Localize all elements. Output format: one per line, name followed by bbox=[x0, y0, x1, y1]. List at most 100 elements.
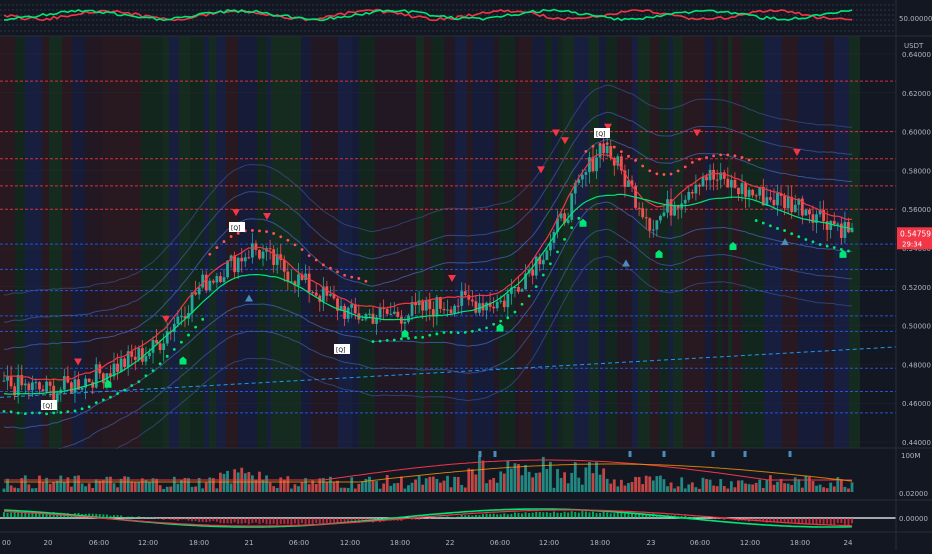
volume-bar bbox=[549, 462, 552, 492]
histogram-bar bbox=[716, 518, 718, 519]
volume-bar bbox=[833, 486, 836, 492]
volume-bar bbox=[776, 482, 779, 492]
candle-body bbox=[666, 199, 669, 212]
volume-bar bbox=[38, 476, 41, 492]
volume-bar bbox=[652, 480, 655, 492]
volume-bar bbox=[457, 477, 460, 492]
candle-body bbox=[506, 294, 509, 307]
stop-dot bbox=[130, 384, 133, 387]
stop-dot bbox=[102, 399, 105, 402]
volume-bar bbox=[556, 469, 559, 492]
histogram-bar bbox=[418, 518, 420, 520]
histogram-bar bbox=[805, 518, 807, 524]
stop-dot bbox=[180, 341, 183, 344]
histogram-bar bbox=[823, 518, 825, 524]
candle-body bbox=[198, 287, 201, 294]
volume-bar bbox=[201, 488, 204, 492]
volume-flag-icon bbox=[479, 451, 482, 457]
histogram-bar bbox=[471, 516, 473, 518]
stop-dot bbox=[514, 311, 517, 314]
stop-dot bbox=[691, 161, 694, 164]
histogram-bar bbox=[496, 514, 498, 518]
histogram-bar bbox=[191, 518, 193, 521]
volume-bar bbox=[521, 475, 524, 492]
stop-dot bbox=[265, 230, 268, 233]
session-stripe bbox=[798, 36, 808, 448]
candle-body bbox=[471, 300, 474, 302]
volume-bar bbox=[159, 485, 162, 492]
stop-dot bbox=[166, 355, 169, 358]
volume-flag-icon bbox=[712, 451, 715, 457]
volume-bar bbox=[379, 489, 382, 492]
candle-body bbox=[645, 217, 648, 218]
candle-body bbox=[45, 382, 48, 392]
candle-body bbox=[389, 314, 392, 315]
candle-body bbox=[829, 221, 832, 230]
candle-body bbox=[116, 364, 119, 372]
session-stripe bbox=[169, 36, 179, 448]
histogram-bar bbox=[117, 515, 119, 518]
stop-dot bbox=[315, 259, 318, 262]
volume-bar bbox=[162, 489, 165, 492]
stop-dot bbox=[499, 320, 502, 323]
volume-bar bbox=[698, 489, 701, 492]
stop-dot bbox=[492, 323, 495, 326]
histogram-bar bbox=[503, 513, 505, 518]
candle-body bbox=[372, 314, 375, 324]
volume-bar bbox=[748, 484, 751, 492]
histogram-bar bbox=[517, 513, 519, 518]
volume-bar bbox=[59, 476, 62, 492]
candle-body bbox=[247, 257, 250, 258]
histogram-bar bbox=[205, 518, 207, 522]
volume-bar bbox=[368, 477, 371, 492]
current-price-tag: 0.54759 29:34 bbox=[897, 227, 932, 249]
stop-dot bbox=[386, 339, 389, 342]
histogram-bar bbox=[706, 517, 708, 518]
volume-bar bbox=[290, 489, 293, 492]
stop-dot bbox=[145, 374, 148, 377]
session-stripe bbox=[532, 36, 545, 448]
candle-body bbox=[517, 287, 520, 292]
histogram-bar bbox=[198, 518, 200, 522]
volume-bar bbox=[485, 483, 488, 492]
volume-bar bbox=[105, 477, 108, 492]
candle-body bbox=[755, 195, 758, 196]
histogram-bar bbox=[773, 518, 775, 521]
volume-bar bbox=[301, 482, 304, 492]
candle-body bbox=[460, 291, 463, 306]
session-background-stripes bbox=[0, 36, 896, 448]
candle-body bbox=[602, 143, 605, 153]
candle-body bbox=[38, 382, 41, 389]
session-stripe bbox=[301, 36, 311, 448]
candle-body bbox=[123, 358, 126, 366]
volume-bar bbox=[414, 480, 417, 492]
volume-bar bbox=[233, 469, 236, 492]
session-stripe bbox=[179, 36, 190, 448]
histogram-bar bbox=[340, 518, 342, 522]
badge-1: [Q] bbox=[41, 400, 57, 410]
stop-dot bbox=[840, 248, 843, 251]
candle-body bbox=[726, 179, 729, 188]
chart-window[interactable]: 0.640000.620000.600000.580000.560000.540… bbox=[0, 0, 932, 550]
candle-body bbox=[584, 172, 587, 175]
volume-bar bbox=[428, 477, 431, 492]
volume-bar bbox=[109, 477, 112, 492]
volume-bar bbox=[294, 484, 297, 492]
candle-body bbox=[251, 243, 254, 257]
stop-dot bbox=[769, 224, 772, 227]
volume-bar bbox=[166, 487, 169, 492]
stop-dot bbox=[790, 232, 793, 235]
stop-dot bbox=[10, 410, 13, 413]
stop-dot bbox=[443, 331, 446, 334]
volume-bar bbox=[361, 482, 364, 492]
price-chart[interactable]: 0.640000.620000.600000.580000.560000.540… bbox=[0, 0, 932, 550]
stop-dot bbox=[762, 222, 765, 225]
histogram-bar bbox=[560, 513, 562, 518]
candle-body bbox=[201, 275, 204, 288]
volume-bar bbox=[386, 475, 389, 492]
volume-bar bbox=[723, 486, 726, 492]
histogram-bar bbox=[464, 515, 466, 518]
candle-body bbox=[655, 220, 658, 229]
candle-body bbox=[6, 377, 9, 381]
candle-body bbox=[648, 218, 651, 230]
